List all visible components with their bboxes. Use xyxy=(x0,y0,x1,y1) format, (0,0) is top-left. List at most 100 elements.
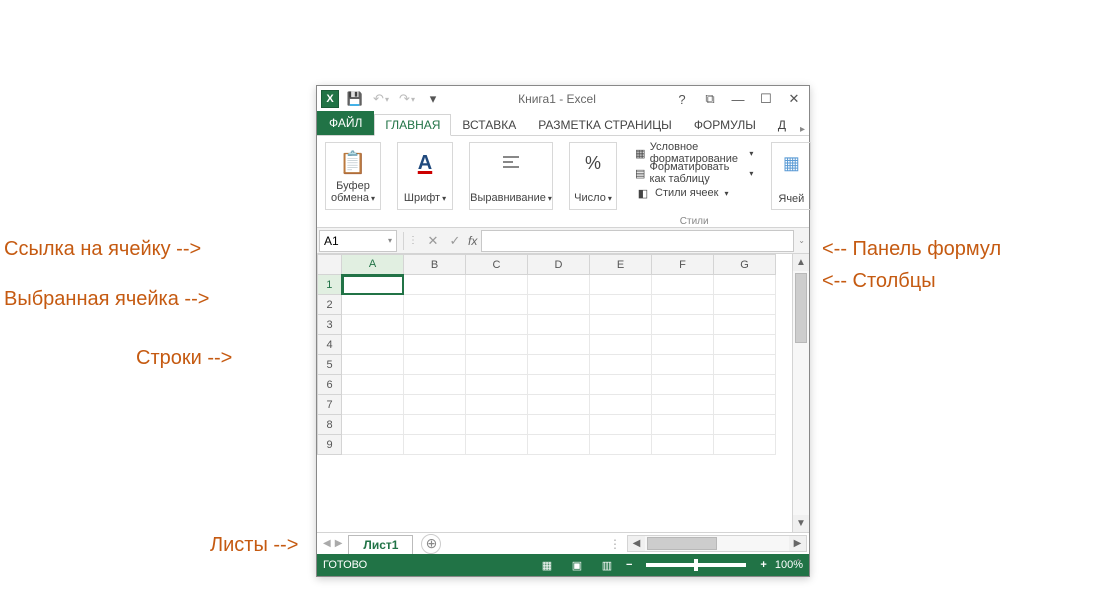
cell-A3[interactable] xyxy=(342,315,404,335)
cell-B3[interactable] xyxy=(404,315,466,335)
zoom-slider[interactable] xyxy=(646,563,746,567)
cell-B6[interactable] xyxy=(404,375,466,395)
cell-E6[interactable] xyxy=(590,375,652,395)
cell-A7[interactable] xyxy=(342,395,404,415)
view-normal-button[interactable]: ▦ xyxy=(536,556,558,574)
cell-C4[interactable] xyxy=(466,335,528,355)
cell-C9[interactable] xyxy=(466,435,528,455)
font-button[interactable]: A Шрифт▾ xyxy=(397,142,453,210)
cell-E7[interactable] xyxy=(590,395,652,415)
row-header-4[interactable]: 4 xyxy=(318,335,342,355)
tab-page-layout[interactable]: РАЗМЕТКА СТРАНИЦЫ xyxy=(527,114,683,136)
row-header-5[interactable]: 5 xyxy=(318,355,342,375)
cell-F8[interactable] xyxy=(652,415,714,435)
cell-B5[interactable] xyxy=(404,355,466,375)
sheet-nav-left-icon[interactable]: ◀ xyxy=(323,538,331,549)
ribbon-collapse-icon[interactable]: ⌃ xyxy=(794,557,803,570)
tab-formulas[interactable]: ФОРМУЛЫ xyxy=(683,114,767,136)
cell-G5[interactable] xyxy=(714,355,776,375)
tabs-scroll-right-icon[interactable]: ▸ xyxy=(796,124,809,135)
cell-D4[interactable] xyxy=(528,335,590,355)
number-button[interactable]: % Число▾ xyxy=(569,142,617,210)
cell-E1[interactable] xyxy=(590,275,652,295)
ribbon-display-button[interactable]: ⧉ xyxy=(699,89,721,109)
formula-cancel-button[interactable]: ✕ xyxy=(422,230,444,252)
cell-F4[interactable] xyxy=(652,335,714,355)
add-sheet-button[interactable]: ⊕ xyxy=(421,534,441,554)
cell-C2[interactable] xyxy=(466,295,528,315)
cell-styles-button[interactable]: ◧ Стили ячеек▾ xyxy=(633,184,755,202)
vscroll-up-icon[interactable]: ▲ xyxy=(793,254,809,271)
cell-E5[interactable] xyxy=(590,355,652,375)
zoom-in-button[interactable]: + xyxy=(760,559,766,571)
cell-C3[interactable] xyxy=(466,315,528,335)
select-all-cell[interactable] xyxy=(318,255,342,275)
zoom-thumb[interactable] xyxy=(694,559,698,571)
cell-G7[interactable] xyxy=(714,395,776,415)
row-header-7[interactable]: 7 xyxy=(318,395,342,415)
cell-F6[interactable] xyxy=(652,375,714,395)
vertical-scrollbar[interactable]: ▲ ▼ xyxy=(792,254,809,532)
row-header-8[interactable]: 8 xyxy=(318,415,342,435)
cell-B4[interactable] xyxy=(404,335,466,355)
cell-D8[interactable] xyxy=(528,415,590,435)
hscroll-right-icon[interactable]: ▶ xyxy=(789,538,806,549)
qa-save-button[interactable]: 💾 xyxy=(345,89,365,109)
view-page-layout-button[interactable]: ▣ xyxy=(566,556,588,574)
cell-E9[interactable] xyxy=(590,435,652,455)
cell-D1[interactable] xyxy=(528,275,590,295)
tab-file[interactable]: ФАЙЛ xyxy=(317,111,374,135)
column-header-A[interactable]: A xyxy=(342,255,404,275)
formula-input[interactable] xyxy=(481,230,794,252)
horizontal-scrollbar[interactable]: ◀ ▶ xyxy=(627,535,807,552)
view-page-break-button[interactable]: ▥ xyxy=(596,556,618,574)
cell-C1[interactable] xyxy=(466,275,528,295)
cell-F9[interactable] xyxy=(652,435,714,455)
cell-C6[interactable] xyxy=(466,375,528,395)
tab-overflow[interactable]: Д xyxy=(767,114,791,136)
cell-D2[interactable] xyxy=(528,295,590,315)
cell-D3[interactable] xyxy=(528,315,590,335)
format-as-table-button[interactable]: ▤ Форматировать как таблицу▾ xyxy=(633,164,755,182)
hscroll-left-icon[interactable]: ◀ xyxy=(628,538,645,549)
cell-B8[interactable] xyxy=(404,415,466,435)
name-box-dropdown-icon[interactable]: ▾ xyxy=(388,236,392,245)
cell-F1[interactable] xyxy=(652,275,714,295)
cells-button[interactable]: ▦ Ячей xyxy=(771,142,811,210)
column-header-G[interactable]: G xyxy=(714,255,776,275)
conditional-formatting-button[interactable]: ▦ Условное форматирование▾ xyxy=(633,144,755,162)
cell-G2[interactable] xyxy=(714,295,776,315)
help-button[interactable]: ? xyxy=(671,89,693,109)
window-maximize-button[interactable]: ☐ xyxy=(755,89,777,109)
row-header-6[interactable]: 6 xyxy=(318,375,342,395)
cell-A4[interactable] xyxy=(342,335,404,355)
cell-B1[interactable] xyxy=(404,275,466,295)
cell-E3[interactable] xyxy=(590,315,652,335)
cell-D5[interactable] xyxy=(528,355,590,375)
cell-E8[interactable] xyxy=(590,415,652,435)
cell-D9[interactable] xyxy=(528,435,590,455)
cell-F3[interactable] xyxy=(652,315,714,335)
tab-home[interactable]: ГЛАВНАЯ xyxy=(374,114,451,136)
fx-label[interactable]: fx xyxy=(468,234,477,248)
cell-G1[interactable] xyxy=(714,275,776,295)
window-minimize-button[interactable]: — xyxy=(727,89,749,109)
cell-B9[interactable] xyxy=(404,435,466,455)
cell-A8[interactable] xyxy=(342,415,404,435)
row-header-2[interactable]: 2 xyxy=(318,295,342,315)
cell-G9[interactable] xyxy=(714,435,776,455)
alignment-button[interactable]: Выравнивание▾ xyxy=(469,142,553,210)
cell-C5[interactable] xyxy=(466,355,528,375)
column-header-E[interactable]: E xyxy=(590,255,652,275)
cell-F2[interactable] xyxy=(652,295,714,315)
cell-E4[interactable] xyxy=(590,335,652,355)
qa-redo-button[interactable]: ↷▾ xyxy=(397,89,417,109)
row-header-1[interactable]: 1 xyxy=(318,275,342,295)
row-header-9[interactable]: 9 xyxy=(318,435,342,455)
cell-A1[interactable] xyxy=(342,275,404,295)
cell-D6[interactable] xyxy=(528,375,590,395)
cell-G6[interactable] xyxy=(714,375,776,395)
qa-undo-button[interactable]: ↶▾ xyxy=(371,89,391,109)
column-header-D[interactable]: D xyxy=(528,255,590,275)
column-header-B[interactable]: B xyxy=(404,255,466,275)
